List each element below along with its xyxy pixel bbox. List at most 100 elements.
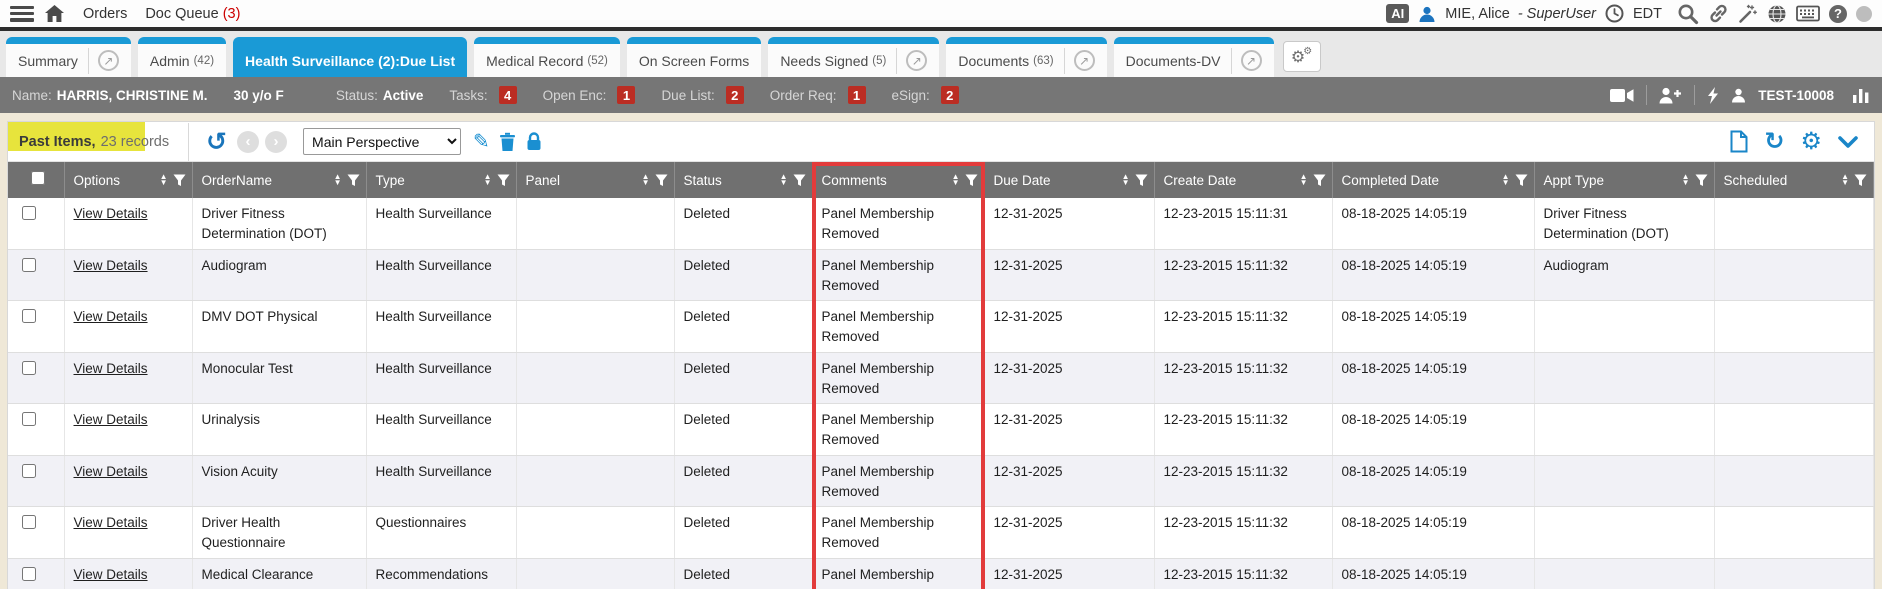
keyboard-icon[interactable] bbox=[1796, 5, 1820, 22]
row-checkbox[interactable] bbox=[22, 515, 36, 529]
patient-counter[interactable]: Order Req: 1 bbox=[770, 86, 866, 104]
lock-icon[interactable] bbox=[526, 132, 542, 151]
view-details-link[interactable]: View Details bbox=[74, 309, 148, 324]
popup-window-icon[interactable]: ↗ bbox=[1074, 50, 1095, 71]
column-header-scheduled[interactable]: Scheduled ▲▼ bbox=[1714, 162, 1874, 198]
tab-medical-record[interactable]: Medical Record (52) bbox=[474, 37, 620, 77]
sort-icon[interactable]: ▲▼ bbox=[1300, 174, 1308, 187]
sort-icon[interactable]: ▲▼ bbox=[642, 174, 650, 187]
sort-icon[interactable]: ▲▼ bbox=[1502, 174, 1510, 187]
home-icon[interactable] bbox=[44, 4, 65, 23]
filter-funnel-icon[interactable] bbox=[1313, 174, 1326, 187]
sort-icon[interactable]: ▲▼ bbox=[1122, 174, 1130, 187]
filter-funnel-icon[interactable] bbox=[1515, 174, 1528, 187]
sort-icon[interactable]: ▲▼ bbox=[1841, 174, 1849, 187]
row-checkbox[interactable] bbox=[22, 309, 36, 323]
prev-page-icon[interactable]: ‹ bbox=[237, 131, 259, 153]
next-page-icon[interactable]: › bbox=[265, 131, 287, 153]
view-details-link[interactable]: View Details bbox=[74, 258, 148, 273]
column-header-status[interactable]: Status ▲▼ bbox=[674, 162, 812, 198]
column-header-options[interactable]: Options ▲▼ bbox=[64, 162, 192, 198]
tab-summary[interactable]: Summary ↗ bbox=[6, 37, 131, 77]
search-icon[interactable] bbox=[1677, 3, 1699, 25]
patient-counter[interactable]: eSign: 2 bbox=[892, 86, 959, 104]
video-camera-icon[interactable] bbox=[1610, 88, 1634, 103]
chart-id[interactable]: TEST-10008 bbox=[1758, 88, 1834, 103]
filter-funnel-icon[interactable] bbox=[1135, 174, 1148, 187]
filter-funnel-icon[interactable] bbox=[793, 174, 806, 187]
patient-counter[interactable]: Tasks: 4 bbox=[449, 86, 516, 104]
row-checkbox[interactable] bbox=[22, 567, 36, 581]
row-checkbox[interactable] bbox=[22, 206, 36, 220]
view-details-link[interactable]: View Details bbox=[74, 567, 148, 582]
filter-funnel-icon[interactable] bbox=[347, 174, 360, 187]
nav-orders[interactable]: Orders bbox=[83, 6, 127, 22]
hamburger-menu-icon[interactable] bbox=[10, 6, 34, 22]
perspective-select[interactable]: Main Perspective bbox=[303, 128, 461, 155]
filter-funnel-icon[interactable] bbox=[1854, 174, 1867, 187]
link-icon[interactable] bbox=[1708, 3, 1729, 24]
quick-action-bolt-icon[interactable] bbox=[1707, 87, 1719, 104]
cell-scheduled bbox=[1714, 507, 1874, 559]
column-header-appt-type[interactable]: Appt Type ▲▼ bbox=[1534, 162, 1714, 198]
filter-funnel-icon[interactable] bbox=[965, 174, 978, 187]
sort-icon[interactable]: ▲▼ bbox=[780, 174, 788, 187]
column-header-comments[interactable]: Comments ▲▼ bbox=[812, 162, 984, 198]
popup-window-icon[interactable]: ↗ bbox=[1241, 50, 1262, 71]
chart-stats-icon[interactable] bbox=[1852, 87, 1870, 104]
cell-type: Health Surveillance bbox=[366, 352, 516, 404]
tab-documents-dv[interactable]: Documents-DV ↗ bbox=[1114, 37, 1274, 77]
sort-icon[interactable]: ▲▼ bbox=[334, 174, 342, 187]
filter-funnel-icon[interactable] bbox=[173, 174, 186, 187]
tab-documents[interactable]: Documents (63) ↗ bbox=[946, 37, 1106, 77]
column-header-completed-date[interactable]: Completed Date ▲▼ bbox=[1332, 162, 1534, 198]
tab-admin[interactable]: Admin (42) bbox=[138, 37, 226, 77]
refresh-icon[interactable]: ↻ bbox=[1764, 130, 1784, 154]
add-person-icon[interactable] bbox=[1659, 87, 1682, 104]
filter-funnel-icon[interactable] bbox=[655, 174, 668, 187]
patient-counter[interactable]: Open Enc: 1 bbox=[543, 86, 636, 104]
globe-icon[interactable] bbox=[1767, 4, 1787, 24]
tab-needs-signed[interactable]: Needs Signed (5) ↗ bbox=[768, 37, 939, 77]
tab-settings-gears-icon[interactable]: ⚙⚙ bbox=[1283, 41, 1321, 72]
filter-funnel-icon[interactable] bbox=[497, 174, 510, 187]
row-checkbox[interactable] bbox=[22, 464, 36, 478]
column-header-ordername[interactable]: OrderName ▲▼ bbox=[192, 162, 366, 198]
view-details-link[interactable]: View Details bbox=[74, 464, 148, 479]
column-header-panel[interactable]: Panel ▲▼ bbox=[516, 162, 674, 198]
ai-badge[interactable]: AI bbox=[1386, 4, 1409, 23]
nav-doc-queue[interactable]: Doc Queue (3) bbox=[145, 6, 240, 22]
row-checkbox[interactable] bbox=[22, 361, 36, 375]
filter-funnel-icon[interactable] bbox=[1695, 174, 1708, 187]
edit-pencil-icon[interactable]: ✎ bbox=[473, 129, 490, 154]
sort-icon[interactable]: ▲▼ bbox=[160, 174, 168, 187]
tab-health-surveillance-2-due-list[interactable]: Health Surveillance (2):Due List bbox=[233, 37, 467, 77]
new-document-icon[interactable] bbox=[1730, 130, 1748, 153]
popup-window-icon[interactable]: ↗ bbox=[98, 50, 119, 71]
column-header-due-date[interactable]: Due Date ▲▼ bbox=[984, 162, 1154, 198]
column-header-type[interactable]: Type ▲▼ bbox=[366, 162, 516, 198]
tab-on-screen-forms[interactable]: On Screen Forms bbox=[627, 37, 761, 77]
select-all-checkbox[interactable] bbox=[31, 171, 45, 185]
column-header-create-date[interactable]: Create Date ▲▼ bbox=[1154, 162, 1332, 198]
table-row: View Details Audiogram Health Surveillan… bbox=[8, 249, 1874, 301]
view-details-link[interactable]: View Details bbox=[74, 515, 148, 530]
sort-icon[interactable]: ▲▼ bbox=[952, 174, 960, 187]
sort-icon[interactable]: ▲▼ bbox=[1682, 174, 1690, 187]
view-details-link[interactable]: View Details bbox=[74, 206, 148, 221]
view-details-link[interactable]: View Details bbox=[74, 412, 148, 427]
sort-icon[interactable]: ▲▼ bbox=[484, 174, 492, 187]
clock-icon[interactable] bbox=[1605, 4, 1624, 23]
popup-window-icon[interactable]: ↗ bbox=[906, 50, 927, 71]
collapse-chevron-icon[interactable] bbox=[1838, 136, 1858, 148]
cell-type: Health Surveillance bbox=[366, 198, 516, 249]
view-details-link[interactable]: View Details bbox=[74, 361, 148, 376]
settings-gear-icon[interactable]: ⚙ bbox=[1800, 130, 1822, 154]
delete-trash-icon[interactable] bbox=[499, 132, 516, 151]
help-icon[interactable]: ? bbox=[1829, 5, 1847, 23]
undo-icon[interactable]: ↺ bbox=[206, 127, 227, 157]
row-checkbox[interactable] bbox=[22, 258, 36, 272]
patient-counter[interactable]: Due List: 2 bbox=[661, 86, 743, 104]
wand-icon[interactable] bbox=[1738, 4, 1758, 24]
row-checkbox[interactable] bbox=[22, 412, 36, 426]
